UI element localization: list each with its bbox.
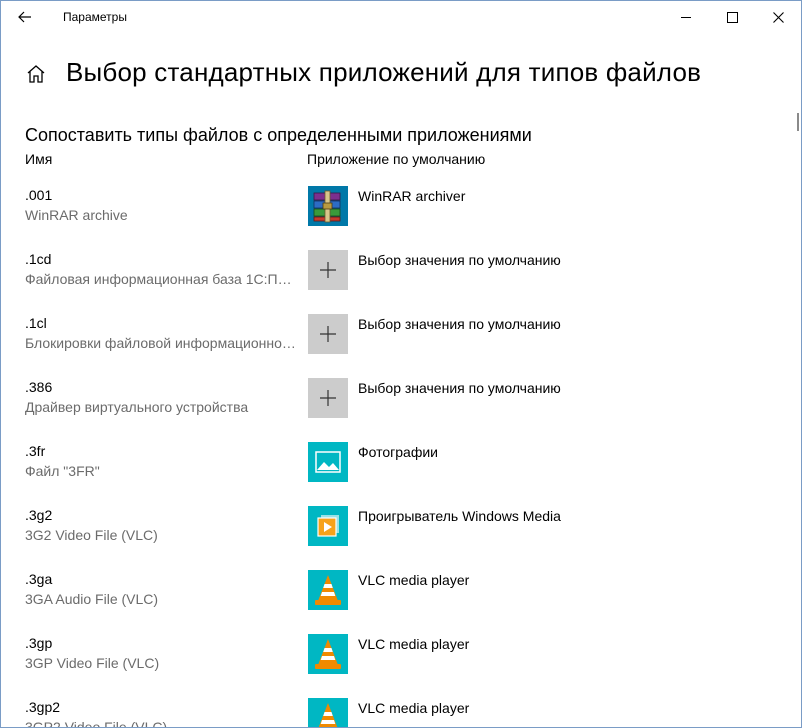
default-app-name: VLC media player	[358, 572, 470, 588]
file-type-description: Блокировки файловой информационной базы	[25, 335, 297, 351]
back-arrow-icon	[18, 11, 31, 23]
home-button[interactable]	[25, 63, 47, 85]
file-type-row: .1cd Файловая информационная база 1С:Пре…	[1, 241, 801, 305]
file-extension: .3ga	[25, 571, 53, 587]
file-type-description: 3G2 Video File (VLC)	[25, 527, 158, 543]
file-type-row: .3gp2 3GP2 Video File (VLC) VLC media pl…	[1, 689, 801, 728]
default-app-button[interactable]	[308, 314, 348, 354]
file-type-row: .3ga 3GA Audio File (VLC) VLC media play…	[1, 561, 801, 625]
default-app-name: Фотографии	[358, 444, 439, 460]
back-button[interactable]	[1, 1, 49, 33]
file-type-row: .1cl Блокировки файловой информационной …	[1, 305, 801, 369]
settings-window: Параметры Выбор стандартных приложений д…	[0, 0, 802, 728]
default-app-name: WinRAR archiver	[358, 188, 466, 204]
file-type-description: WinRAR archive	[25, 207, 128, 223]
default-app-name: Проигрыватель Windows Media	[358, 508, 561, 524]
file-extension: .386	[25, 379, 53, 395]
minimize-icon	[681, 16, 691, 18]
file-extension: .1cd	[25, 251, 52, 267]
vlc-icon	[315, 575, 341, 605]
vlc-icon	[315, 639, 341, 669]
plus-icon	[320, 262, 336, 278]
default-app-button[interactable]	[308, 378, 348, 418]
file-type-row: .3g2 3G2 Video File (VLC) Проигрыватель …	[1, 497, 801, 561]
file-type-description: 3GA Audio File (VLC)	[25, 591, 159, 607]
file-type-row: .3gp 3GP Video File (VLC) VLC media play…	[1, 625, 801, 689]
minimize-button[interactable]	[663, 1, 709, 33]
close-icon	[772, 11, 784, 23]
title-bar: Параметры	[1, 1, 801, 33]
plus-icon	[320, 326, 336, 342]
scrollbar[interactable]	[797, 113, 799, 131]
file-type-description: Файл "3FR"	[25, 463, 100, 479]
home-icon	[27, 65, 45, 83]
default-app-button[interactable]	[308, 634, 348, 674]
file-extension: .1cl	[25, 315, 47, 331]
file-type-description: 3GP Video File (VLC)	[25, 655, 160, 671]
winrar-icon	[308, 186, 348, 226]
default-app-button[interactable]	[308, 506, 348, 546]
file-type-row: .001 WinRAR archive WinRAR archiver	[1, 177, 801, 241]
column-header-default-app: Приложение по умолчанию	[307, 151, 486, 167]
file-type-description: Драйвер виртуального устройства	[25, 399, 249, 415]
plus-icon	[320, 390, 336, 406]
default-app-name: Выбор значения по умолчанию	[358, 380, 561, 396]
page-header: Выбор стандартных приложений для типов ф…	[1, 53, 801, 97]
default-app-button[interactable]	[308, 570, 348, 610]
default-app-name: Выбор значения по умолчанию	[358, 252, 561, 268]
maximize-icon	[726, 11, 738, 23]
window-title: Параметры	[63, 10, 127, 24]
vlc-icon	[318, 703, 338, 727]
windows-media-player-icon	[317, 515, 339, 537]
page-title: Выбор стандартных приложений для типов ф…	[66, 57, 702, 87]
file-extension: .3g2	[25, 507, 53, 523]
photos-icon	[315, 451, 341, 473]
maximize-button[interactable]	[709, 1, 755, 33]
default-app-button[interactable]	[308, 186, 348, 226]
section-title: Сопоставить типы файлов с определенными …	[25, 125, 532, 145]
file-type-description: 3GP2 Video File (VLC)	[25, 719, 168, 728]
default-app-button[interactable]	[308, 250, 348, 290]
close-button[interactable]	[755, 1, 801, 33]
file-extension: .3fr	[25, 443, 46, 459]
default-app-button[interactable]	[308, 698, 348, 727]
default-app-name: Выбор значения по умолчанию	[358, 316, 561, 332]
default-app-name: VLC media player	[358, 700, 470, 716]
column-header-name: Имя	[25, 151, 53, 167]
file-extension: .3gp2	[25, 699, 61, 715]
file-extension: .001	[25, 187, 53, 203]
default-app-button[interactable]	[308, 442, 348, 482]
file-type-row: .386 Драйвер виртуального устройства Выб…	[1, 369, 801, 433]
default-app-name: VLC media player	[358, 636, 470, 652]
file-type-description: Файловая информационная база 1С:Предприя…	[25, 271, 297, 287]
file-type-row: .3fr Файл "3FR" Фотографии	[1, 433, 801, 497]
file-extension: .3gp	[25, 635, 53, 651]
